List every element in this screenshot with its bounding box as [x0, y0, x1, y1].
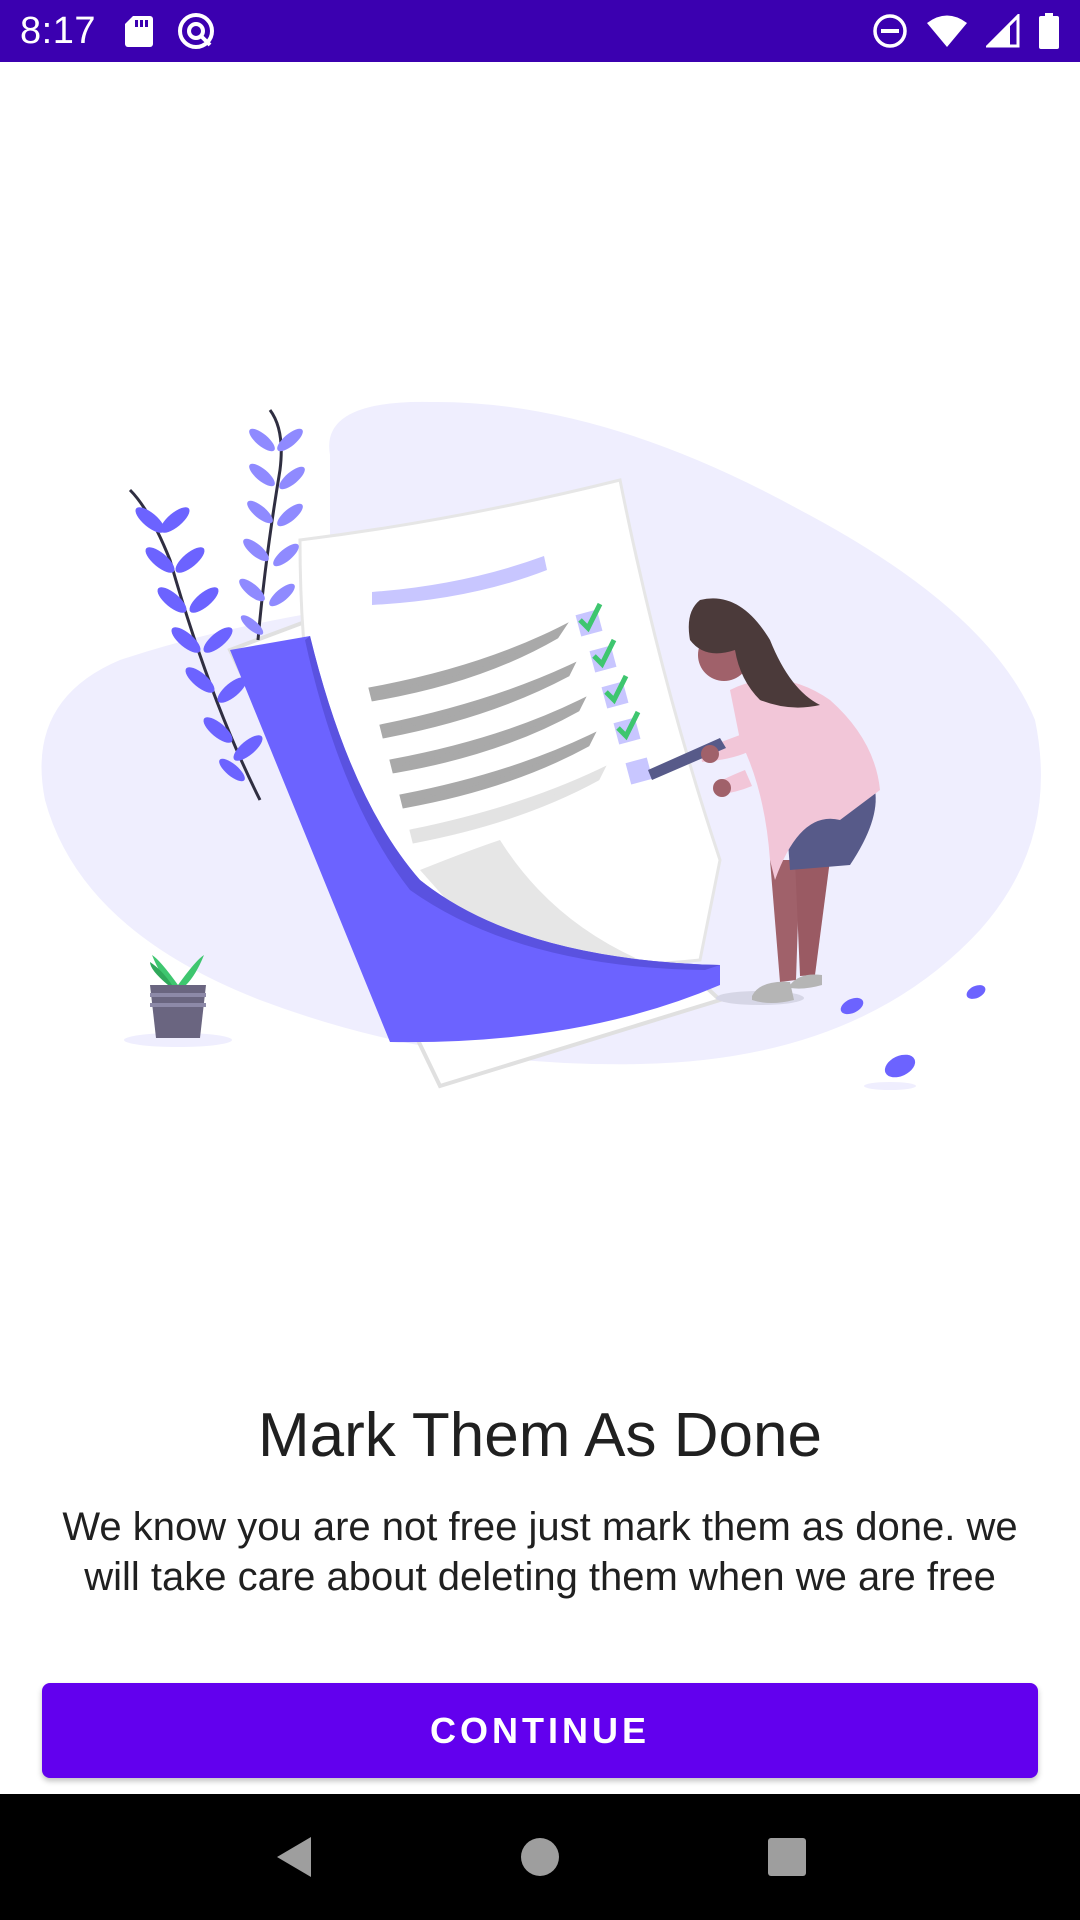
onboarding-illustration: [0, 62, 1080, 1312]
onboarding-title: Mark Them As Done: [258, 1401, 822, 1470]
wifi-icon: [926, 14, 968, 48]
continue-button[interactable]: CONTINUE: [42, 1683, 1038, 1778]
status-bar: 8:17: [0, 0, 1080, 62]
sync-icon: [176, 11, 216, 51]
back-icon[interactable]: [253, 1817, 333, 1897]
recents-icon[interactable]: [747, 1817, 827, 1897]
home-icon[interactable]: [500, 1817, 580, 1897]
onboarding-description: We know you are not free just mark them …: [62, 1505, 1018, 1599]
battery-icon: [1038, 13, 1060, 49]
status-time: 8:17: [20, 9, 96, 52]
signal-icon: [986, 14, 1020, 48]
do-not-disturb-icon: [872, 13, 908, 49]
sd-card-icon: [124, 14, 154, 48]
navigation-bar: [0, 1794, 1080, 1920]
